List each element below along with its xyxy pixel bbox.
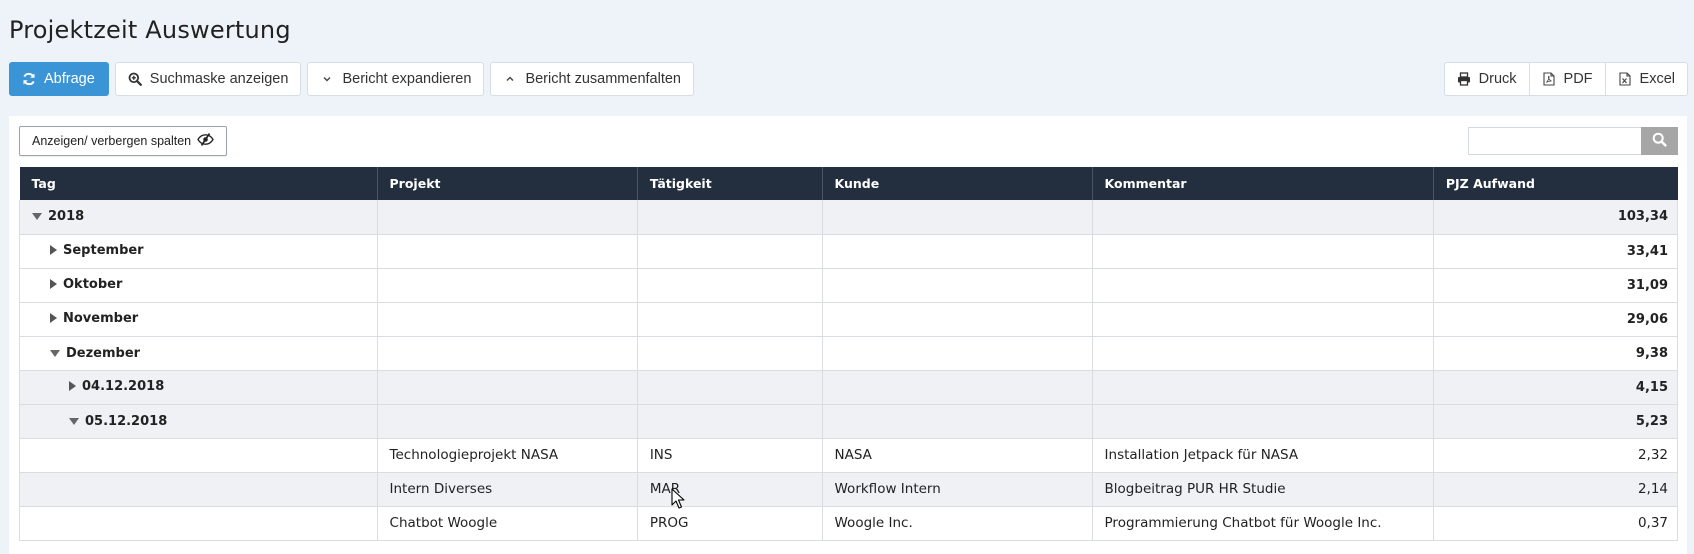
triangle-right-icon bbox=[50, 313, 57, 324]
collapse-report-button[interactable]: Bericht zusammenfalten bbox=[490, 62, 694, 96]
group-label: September bbox=[63, 242, 144, 258]
cell-taetigkeit: MAR bbox=[637, 472, 823, 507]
excel-button-label: Excel bbox=[1639, 71, 1675, 87]
report-table: Tag Projekt Tätigkeit Kunde Kommentar PJ… bbox=[19, 167, 1679, 541]
chevron-down-icon bbox=[320, 72, 334, 86]
group-row-day: 04.12.2018 4,15 bbox=[19, 370, 1679, 405]
pdf-button-label: PDF bbox=[1563, 71, 1593, 87]
group-total: 103,34 bbox=[1433, 200, 1679, 235]
cell-projekt: Technologieprojekt NASA bbox=[377, 438, 638, 473]
group-row-month: November 29,06 bbox=[19, 302, 1679, 337]
page-title: Projektzeit Auswertung bbox=[9, 16, 291, 44]
group-total: 5,23 bbox=[1433, 404, 1679, 439]
group-row-day: 05.12.2018 5,23 bbox=[19, 404, 1679, 439]
collapse-report-button-label: Bericht zusammenfalten bbox=[525, 71, 681, 87]
cell-kommentar: Installation Jetpack für NASA bbox=[1092, 438, 1434, 473]
print-button-label: Druck bbox=[1478, 71, 1517, 87]
excel-file-icon bbox=[1618, 72, 1632, 86]
printer-icon bbox=[1457, 72, 1471, 86]
query-button[interactable]: Abfrage bbox=[9, 62, 109, 96]
cell-kunde: Workflow Intern bbox=[822, 472, 1093, 507]
excel-button[interactable]: Excel bbox=[1604, 62, 1688, 96]
pdf-button[interactable]: PDF bbox=[1528, 62, 1606, 96]
tree-toggle[interactable]: November bbox=[32, 311, 138, 326]
group-total: 29,06 bbox=[1433, 302, 1679, 337]
export-button-group: Druck PDF Excel bbox=[1443, 62, 1688, 96]
group-label: November bbox=[63, 310, 139, 326]
group-label: Dezember bbox=[66, 345, 141, 361]
triangle-down-icon bbox=[50, 349, 60, 357]
zoom-in-icon bbox=[128, 72, 142, 86]
table-search bbox=[1468, 127, 1678, 155]
tree-toggle[interactable]: 05.12.2018 bbox=[32, 414, 167, 429]
group-total: 33,41 bbox=[1433, 234, 1679, 269]
tree-toggle[interactable]: 2018 bbox=[32, 209, 84, 224]
group-row-year: 2018 103,34 bbox=[19, 200, 1679, 235]
column-header-kunde[interactable]: Kunde bbox=[822, 167, 1093, 200]
table-search-input[interactable] bbox=[1468, 127, 1641, 155]
search-icon bbox=[1652, 132, 1667, 150]
cell-kommentar: Programmierung Chatbot für Woogle Inc. bbox=[1092, 506, 1434, 541]
cell-projekt: Intern Diverses bbox=[377, 472, 638, 507]
group-total: 4,15 bbox=[1433, 370, 1679, 405]
toggle-columns-button[interactable]: Anzeigen/ verbergen spalten bbox=[19, 126, 228, 156]
triangle-down-icon bbox=[69, 417, 79, 425]
triangle-right-icon bbox=[50, 279, 57, 290]
group-total: 9,38 bbox=[1433, 336, 1679, 371]
cell-aufwand: 0,37 bbox=[1433, 506, 1679, 541]
cell-aufwand: 2,32 bbox=[1433, 438, 1679, 473]
expand-report-button-label: Bericht expandieren bbox=[342, 71, 472, 87]
page: Projektzeit Auswertung Abfrage Suchmaske… bbox=[0, 0, 1694, 554]
table-search-button[interactable] bbox=[1641, 127, 1678, 155]
cell-projekt: Chatbot Woogle bbox=[377, 506, 638, 541]
tree-toggle[interactable]: Oktober bbox=[32, 277, 122, 292]
pdf-file-icon bbox=[1542, 72, 1556, 86]
triangle-down-icon bbox=[32, 213, 42, 221]
group-label: Oktober bbox=[63, 276, 123, 292]
triangle-right-icon bbox=[50, 245, 57, 256]
toolbar-left: Abfrage Suchmaske anzeigen Bericht expan… bbox=[9, 62, 694, 96]
report-panel: Anzeigen/ verbergen spalten Tag Projekt … bbox=[9, 116, 1687, 554]
tree-toggle[interactable]: Dezember bbox=[32, 346, 140, 361]
toggle-columns-label: Anzeigen/ verbergen spalten bbox=[32, 134, 192, 148]
cell-kunde: NASA bbox=[822, 438, 1093, 473]
eye-slash-icon bbox=[197, 133, 214, 149]
column-header-kommentar[interactable]: Kommentar bbox=[1092, 167, 1434, 200]
table-row: Chatbot Woogle PROG Woogle Inc. Programm… bbox=[19, 506, 1679, 541]
query-button-label: Abfrage bbox=[44, 71, 95, 87]
search-mask-button[interactable]: Suchmaske anzeigen bbox=[114, 62, 302, 96]
triangle-right-icon bbox=[69, 381, 76, 392]
group-row-month: Oktober 31,09 bbox=[19, 268, 1679, 303]
cell-taetigkeit: INS bbox=[637, 438, 823, 473]
expand-report-button[interactable]: Bericht expandieren bbox=[307, 62, 485, 96]
table-row: Intern Diverses MAR Workflow Intern Blog… bbox=[19, 472, 1679, 507]
group-label: 04.12.2018 bbox=[82, 378, 165, 394]
table-row: Technologieprojekt NASA INS NASA Install… bbox=[19, 438, 1679, 473]
cell-kommentar: Blogbeitrag PUR HR Studie bbox=[1092, 472, 1434, 507]
tree-toggle[interactable]: 04.12.2018 bbox=[32, 379, 164, 394]
cell-taetigkeit: PROG bbox=[637, 506, 823, 541]
column-header-taetigkeit[interactable]: Tätigkeit bbox=[637, 167, 823, 200]
column-header-projekt[interactable]: Projekt bbox=[377, 167, 638, 200]
refresh-icon bbox=[22, 72, 36, 86]
print-button[interactable]: Druck bbox=[1443, 62, 1530, 96]
table-body: 2018 103,34 September 33,41 Oktober 31,0… bbox=[19, 200, 1679, 541]
tree-toggle[interactable]: September bbox=[32, 243, 144, 258]
column-header-pjz-aufwand[interactable]: PJZ Aufwand bbox=[1433, 167, 1678, 200]
search-mask-button-label: Suchmaske anzeigen bbox=[149, 71, 289, 87]
group-label: 2018 bbox=[48, 209, 85, 225]
cell-kunde: Woogle Inc. bbox=[822, 506, 1093, 541]
group-total: 31,09 bbox=[1433, 268, 1679, 303]
table-header: Tag Projekt Tätigkeit Kunde Kommentar PJ… bbox=[19, 167, 1678, 200]
chevron-up-icon bbox=[503, 72, 517, 86]
column-header-tag[interactable]: Tag bbox=[19, 167, 378, 200]
group-label: 05.12.2018 bbox=[85, 413, 168, 429]
group-row-month: Dezember 9,38 bbox=[19, 336, 1679, 371]
group-row-month: September 33,41 bbox=[19, 234, 1679, 269]
cell-aufwand: 2,14 bbox=[1433, 472, 1679, 507]
